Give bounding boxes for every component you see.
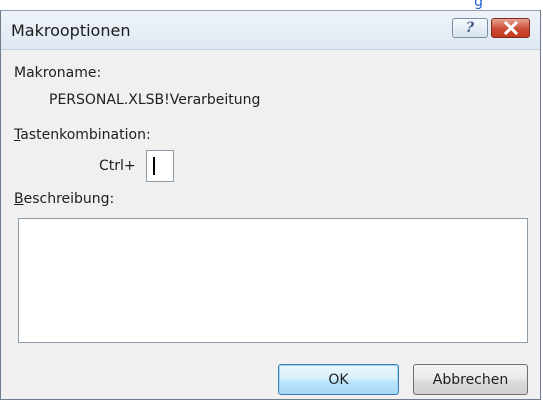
title-bar[interactable]: Makrooptionen ? (1, 10, 540, 50)
close-button[interactable] (491, 18, 530, 38)
help-icon: ? (465, 20, 475, 36)
macro-name-value: PERSONAL.XLSB!Verarbeitung (49, 92, 261, 108)
help-button[interactable]: ? (452, 18, 488, 38)
cancel-button[interactable]: Abbrechen (413, 364, 528, 395)
dialog-title: Makrooptionen (11, 21, 131, 40)
macro-name-label: Makroname: (14, 65, 102, 81)
text-caret (153, 157, 155, 175)
description-label: Beschreibung: (14, 191, 114, 207)
description-label-accesskey: B (14, 191, 24, 207)
shortcut-label-text: astenkombination: (20, 127, 151, 143)
close-icon (503, 21, 518, 35)
background-text-fragment: g (474, 0, 483, 10)
ctrl-prefix-label: Ctrl+ (99, 158, 136, 174)
description-textarea[interactable] (18, 218, 528, 343)
shortcut-key-input[interactable] (146, 150, 174, 182)
description-label-text: eschreibung: (23, 191, 115, 207)
ok-button[interactable]: OK (278, 364, 399, 395)
shortcut-label: Tastenkombination: (14, 127, 151, 143)
macro-options-dialog: Makrooptionen ? Makroname: PERSONAL.XLSB… (0, 10, 541, 400)
